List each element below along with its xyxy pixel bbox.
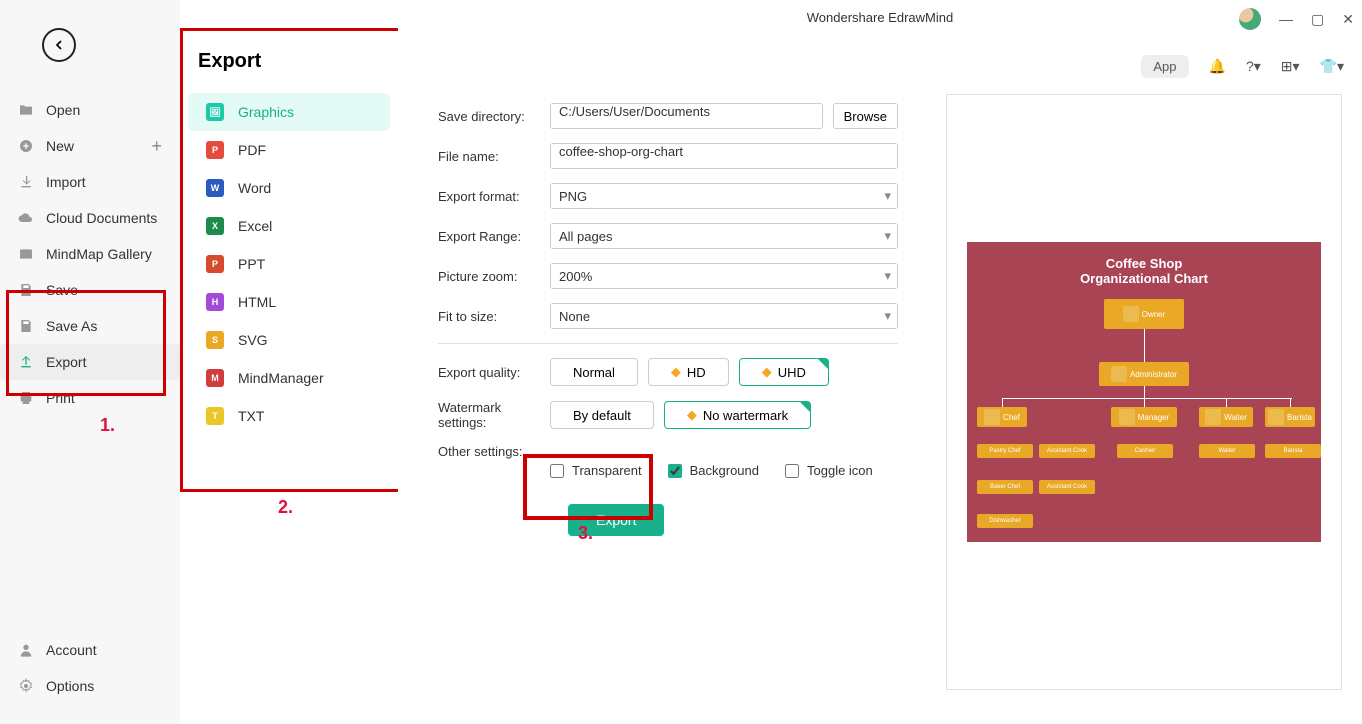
sidebar-item-cloud[interactable]: Cloud Documents (0, 200, 180, 236)
premium-icon: ◆ (671, 364, 681, 380)
apps-dropdown[interactable]: ⊞▾ (1281, 58, 1300, 75)
watermark-default[interactable]: By default (550, 401, 654, 429)
sidebar-item-import[interactable]: Import (0, 164, 180, 200)
zoom-select[interactable]: 200% (550, 263, 898, 289)
app-button[interactable]: App (1141, 55, 1188, 78)
chart-title: Coffee Shop (967, 256, 1321, 271)
preview-image: Coffee Shop Organizational Chart Owner A… (967, 242, 1321, 542)
divider (438, 343, 898, 344)
org-asst-cook2: Assistant Cook (1039, 480, 1095, 494)
user-icon (18, 642, 34, 658)
org-owner: Owner (1104, 299, 1184, 329)
zoom-label: Picture zoom: (438, 269, 550, 284)
org-pastry-chef: Pastry Chef (977, 444, 1033, 458)
bell-icon[interactable]: 🔔 (1209, 58, 1226, 75)
premium-icon: ◆ (687, 407, 697, 423)
org-barista: Barista (1265, 407, 1315, 427)
annotation-2: 2. (278, 497, 293, 518)
sidebar-label: Import (46, 174, 86, 190)
annotation-box-2 (180, 28, 410, 492)
file-name-label: File name: (438, 149, 550, 164)
sidebar-item-new[interactable]: New + (0, 128, 180, 164)
chk-background[interactable]: Background (668, 463, 759, 478)
sidebar-item-account[interactable]: Account (0, 632, 180, 668)
sidebar-label: Account (46, 642, 97, 658)
sidebar-item-options[interactable]: Options (0, 668, 180, 704)
fit-select[interactable]: None (550, 303, 898, 329)
chk-toggle[interactable]: Toggle icon (785, 463, 873, 478)
org-cashier: Cashier (1117, 444, 1173, 458)
help-dropdown[interactable]: ?▾ (1246, 58, 1261, 75)
gallery-icon (18, 246, 34, 262)
sidebar-label: Options (46, 678, 94, 694)
premium-icon: ◆ (762, 364, 772, 380)
gear-icon (18, 678, 34, 694)
file-name-input[interactable]: coffee-shop-org-chart (550, 143, 898, 169)
minimize-button[interactable]: — (1279, 11, 1293, 27)
arrow-left-icon (51, 37, 67, 53)
browse-button[interactable]: Browse (833, 103, 898, 129)
cloud-icon (18, 210, 34, 226)
org-baker-chef: Baker Chef (977, 480, 1033, 494)
quality-uhd[interactable]: ◆UHD (739, 358, 829, 386)
chart-subtitle: Organizational Chart (967, 271, 1321, 286)
watermark-label: Watermark settings: (438, 400, 550, 430)
sidebar-item-open[interactable]: Open (0, 92, 180, 128)
back-button[interactable] (42, 28, 76, 62)
range-select[interactable]: All pages (550, 223, 898, 249)
avatar[interactable] (1239, 8, 1261, 30)
export-form: Save directory: C:/Users/User/Documents … (438, 103, 898, 536)
format-select[interactable]: PNG (550, 183, 898, 209)
close-button[interactable]: ✕ (1342, 11, 1354, 28)
quality-hd[interactable]: ◆HD (648, 358, 729, 386)
sidebar-label: Cloud Documents (46, 210, 157, 226)
save-dir-label: Save directory: (438, 109, 550, 124)
org-barista2: Barista (1265, 444, 1321, 458)
add-icon[interactable]: + (151, 136, 162, 157)
org-asst-cook: Assistant Cook (1039, 444, 1095, 458)
export-panel: Export 🖼 Graphics P PDF W Word X Excel P… (180, 0, 398, 724)
left-sidebar: Open New + Import Cloud Documents MindMa… (0, 0, 180, 724)
fit-label: Fit to size: (438, 309, 550, 324)
save-dir-input[interactable]: C:/Users/User/Documents (550, 103, 823, 129)
format-label: Export format: (438, 189, 550, 204)
quality-label: Export quality: (438, 365, 550, 380)
sidebar-label: Open (46, 102, 80, 118)
quality-normal[interactable]: Normal (550, 358, 638, 386)
folder-icon (18, 102, 34, 118)
sidebar-item-gallery[interactable]: MindMap Gallery (0, 236, 180, 272)
app-title: Wondershare EdrawMind (398, 0, 1362, 25)
annotation-box-1 (6, 290, 166, 396)
org-dishwasher: Dishwasher (977, 514, 1033, 528)
range-label: Export Range: (438, 229, 550, 244)
sidebar-label: New (46, 138, 74, 154)
preview-pane: Coffee Shop Organizational Chart Owner A… (946, 94, 1342, 690)
org-waiter2: Waiter (1199, 444, 1255, 458)
import-icon (18, 174, 34, 190)
annotation-1: 1. (100, 415, 115, 436)
org-admin: Administrator (1099, 362, 1189, 386)
org-manager: Manager (1111, 407, 1177, 427)
maximize-button[interactable]: ▢ (1311, 11, 1324, 28)
plus-circle-icon (18, 138, 34, 154)
watermark-none[interactable]: ◆No wartermark (664, 401, 811, 429)
sidebar-label: MindMap Gallery (46, 246, 152, 262)
annotation-3: 3. (578, 523, 593, 544)
shirt-dropdown[interactable]: 👕▾ (1320, 58, 1344, 75)
main-area: Wondershare EdrawMind — ▢ ✕ App 🔔 ?▾ ⊞▾ … (398, 0, 1362, 724)
org-chef: Chef (977, 407, 1027, 427)
org-waiter: Waiter (1199, 407, 1253, 427)
annotation-box-3 (523, 454, 653, 520)
